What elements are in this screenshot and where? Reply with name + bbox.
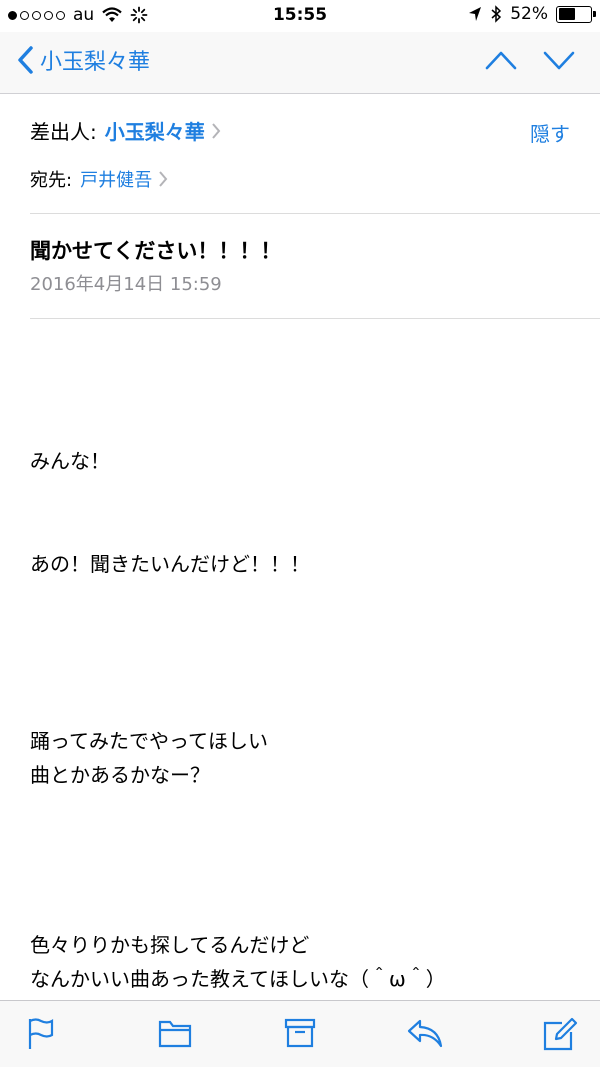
back-button-label: 小玉梨々華 <box>40 50 151 75</box>
body-line: 色々りりかも探してるんだけど <box>30 933 310 957</box>
previous-message-button[interactable] <box>484 46 518 74</box>
header-divider <box>30 213 600 214</box>
body-line: なんかいい曲あった教えてほしいな（＾ω＾） <box>30 967 446 991</box>
mail-message-screen: au 15:55 52% 小玉梨々華 差出人: 小玉梨々華 宛先: 戸井健吾 隠… <box>0 0 600 1067</box>
folder-icon[interactable] <box>158 1017 192 1049</box>
bottom-toolbar <box>0 1000 600 1067</box>
status-bar: au 15:55 52% <box>0 0 600 32</box>
body-line: 踊ってみたでやってほしい <box>30 729 268 753</box>
message-date: 2016年4月14日 15:59 <box>30 274 222 295</box>
flag-icon[interactable] <box>26 1017 56 1051</box>
sender-row: 差出人: 小玉梨々華 <box>30 116 221 145</box>
hide-details-button[interactable]: 隠す <box>530 118 570 147</box>
battery-icon <box>556 5 596 23</box>
bluetooth-icon <box>491 5 502 23</box>
recipient-row: 宛先: 戸井健吾 <box>30 166 168 192</box>
navigation-bar: 小玉梨々華 <box>0 32 600 94</box>
battery-level <box>558 8 575 20</box>
battery-percentage: 52% <box>510 4 548 24</box>
sender-name[interactable]: 小玉梨々華 <box>105 116 205 145</box>
message-navigation <box>484 46 576 74</box>
status-right: 52% <box>468 4 596 24</box>
subject-divider <box>30 318 600 319</box>
chevron-right-icon <box>211 122 221 139</box>
reply-icon[interactable] <box>406 1017 444 1049</box>
chevron-left-icon <box>18 46 33 74</box>
sender-label: 差出人: <box>30 120 97 144</box>
message-subject: 聞かせてください！！！！ <box>30 239 282 263</box>
back-button[interactable]: 小玉梨々華 <box>16 44 150 76</box>
chevron-right-icon <box>159 171 168 187</box>
compose-icon[interactable] <box>542 1017 578 1051</box>
recipient-name[interactable]: 戸井健吾 <box>80 166 152 192</box>
body-line: あの！聞きたいんだけど！！！ <box>30 552 310 576</box>
body-line: みんな！ <box>30 449 110 473</box>
recipient-label: 宛先: <box>30 170 73 191</box>
next-message-button[interactable] <box>542 46 576 74</box>
archive-icon[interactable] <box>284 1017 316 1049</box>
location-arrow-icon <box>469 7 482 21</box>
body-line: 曲とかあるかなー？ <box>30 763 210 787</box>
